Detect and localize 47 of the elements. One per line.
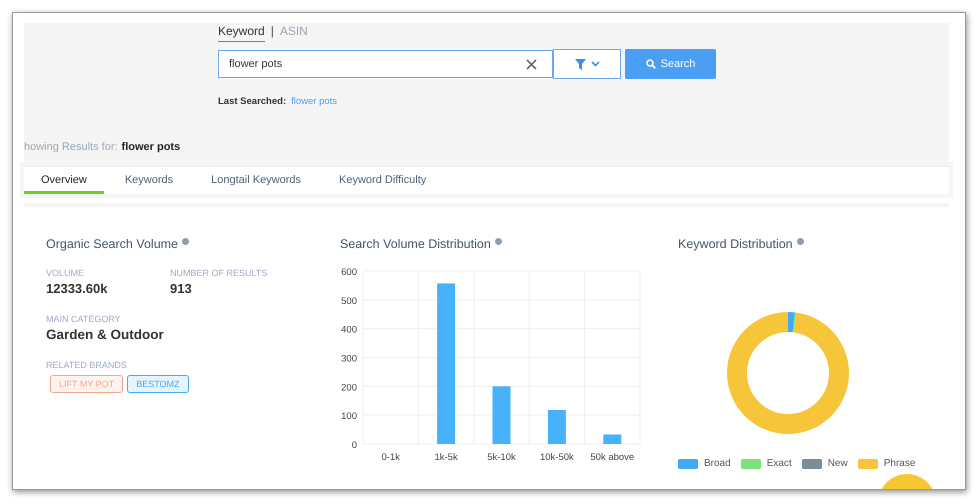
filter-icon — [574, 58, 586, 70]
category-value: Garden & Outdoor — [46, 327, 165, 342]
section-title: Organic Search Volume — [46, 237, 178, 251]
axis-tick-label: 1k-5k — [434, 452, 458, 463]
legend-label: Broad — [704, 458, 731, 469]
info-icon[interactable] — [494, 238, 502, 245]
bar — [548, 410, 566, 444]
axis-tick-label: 0-1k — [381, 452, 400, 463]
stat-label: NUMBER OF RESULTS — [170, 268, 268, 278]
axis-tick-label: 500 — [341, 296, 357, 307]
info-icon[interactable] — [796, 238, 804, 245]
axis-tick-label: 300 — [341, 354, 357, 364]
stat-label: RELATED BRANDS — [46, 360, 128, 370]
search-icon — [646, 59, 656, 69]
caret-icon — [590, 61, 600, 67]
filter-dropdown-button[interactable] — [553, 49, 621, 79]
axis-tick-label: 400 — [341, 324, 357, 336]
tab[interactable]: Keyword Difficulty — [322, 167, 444, 194]
axis-tick-label: 10k-50k — [540, 452, 574, 463]
search-field[interactable]: flower pots — [218, 50, 553, 78]
stat-value: 913 — [170, 281, 193, 296]
stat-label: MAIN CATEGORY — [46, 314, 122, 324]
legend-label: Exact — [766, 458, 792, 469]
axis-tick-label: 200 — [341, 382, 357, 394]
axis-tick-label: 5k-10k — [487, 452, 516, 463]
stat-value: 12333.60k — [46, 281, 108, 296]
axis-tick-label: 600 — [341, 267, 357, 278]
showing-results-label: howing Results for: — [24, 141, 118, 153]
showing-results-keyword: flower pots — [122, 141, 180, 153]
bar — [603, 434, 622, 444]
tab[interactable]: Longtail Keywords — [194, 167, 318, 194]
last-searched-label: Last Searched: — [218, 96, 286, 107]
section-title: Keyword Distribution — [678, 237, 793, 251]
section-title: Search Volume Distribution — [340, 237, 491, 251]
stat-label: VOLUME — [46, 268, 86, 278]
axis-tick-label: 50k above — [590, 452, 634, 463]
tab[interactable]: Keywords — [108, 167, 190, 194]
legend-label: Phrase — [884, 458, 916, 469]
bar — [492, 386, 510, 444]
separator: | — [270, 24, 274, 40]
search-mode-tab[interactable]: Keyword — [218, 24, 265, 42]
tab[interactable]: Overview — [24, 167, 104, 194]
legend-label: New — [828, 458, 848, 469]
axis-tick-label: 0 — [352, 440, 357, 451]
clear-icon[interactable] — [526, 59, 537, 70]
axis-tick-label: 100 — [341, 411, 357, 422]
info-icon[interactable] — [182, 238, 190, 245]
